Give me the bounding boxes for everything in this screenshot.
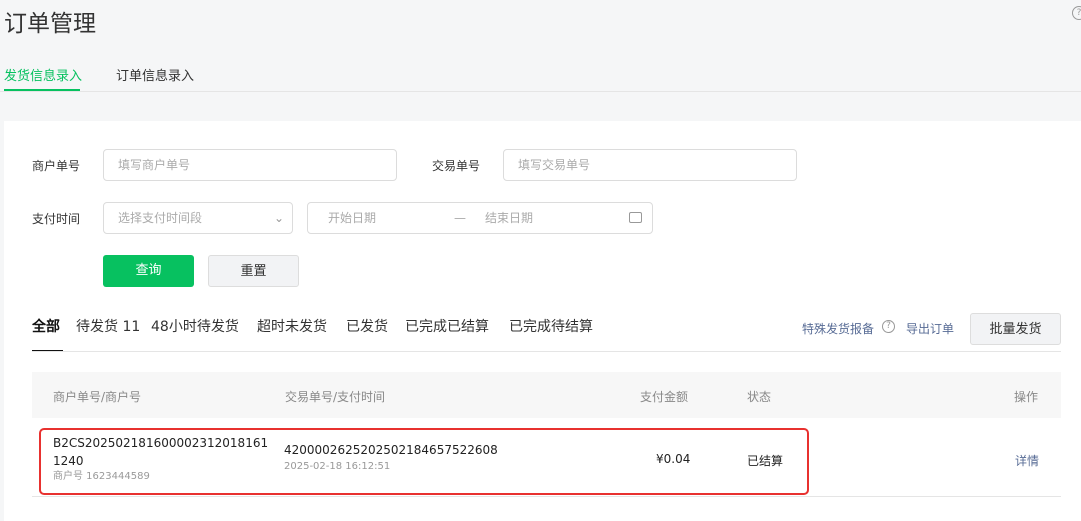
col-status: 状态 — [747, 390, 772, 404]
col-amount: 支付金额 — [640, 390, 689, 404]
col-merchant-order: 商户单号/商户号 — [53, 390, 142, 404]
table-header — [32, 372, 1061, 418]
special-report-link[interactable]: 特殊发货报备 — [802, 320, 874, 337]
date-separator: — — [454, 211, 466, 225]
tab-shipping-info[interactable]: 发货信息录入 — [4, 65, 82, 84]
filter-completed-unsettled[interactable]: 已完成待结算 — [509, 316, 593, 336]
page-title: 订单管理 — [4, 11, 96, 37]
filter-completed-settled[interactable]: 已完成已结算 — [405, 316, 489, 336]
col-trade-no: 交易单号/支付时间 — [285, 390, 386, 404]
trade-no-label: 交易单号 — [432, 159, 481, 173]
tab-order-info[interactable]: 订单信息录入 — [116, 65, 194, 84]
merchant-no-label: 商户单号 — [32, 159, 81, 173]
search-button[interactable]: 查询 — [103, 255, 194, 287]
batch-ship-button[interactable]: 批量发货 — [970, 313, 1061, 345]
detail-link[interactable]: 详情 — [1015, 452, 1039, 469]
filter-shipped[interactable]: 已发货 — [346, 316, 388, 336]
filter-divider — [32, 351, 1061, 352]
filter-overdue[interactable]: 超时未发货 — [257, 316, 327, 336]
tab-divider — [0, 91, 1081, 92]
reset-button[interactable]: 重置 — [208, 255, 299, 287]
merchant-no-input[interactable]: 填写商户单号 — [103, 149, 397, 181]
start-date-input[interactable]: 开始日期 — [328, 211, 376, 225]
trade-no-input[interactable]: 填写交易单号 — [503, 149, 797, 181]
filter-pending-ship[interactable]: 待发货 11 — [76, 316, 140, 336]
calendar-icon — [629, 212, 642, 223]
filter-all[interactable]: 全部 — [32, 316, 60, 336]
pay-time-select-value: 选择支付时间段 — [118, 211, 203, 225]
export-orders-link[interactable]: 导出订单 — [906, 320, 954, 337]
date-range-picker[interactable]: 开始日期 — 结束日期 — [307, 202, 653, 234]
pay-time-select[interactable]: 选择支付时间段 ⌄ — [103, 202, 293, 234]
col-action: 操作 — [1014, 390, 1039, 404]
end-date-input[interactable]: 结束日期 — [485, 203, 533, 233]
row-divider — [32, 496, 1061, 497]
help-icon[interactable]: ? — [882, 320, 895, 333]
help-icon[interactable]: ? — [1072, 6, 1081, 20]
pay-time-label: 支付时间 — [32, 212, 81, 226]
row-highlight-box — [39, 428, 809, 495]
chevron-down-icon: ⌄ — [273, 211, 284, 225]
filter-48h-pending[interactable]: 48小时待发货 — [151, 316, 239, 336]
